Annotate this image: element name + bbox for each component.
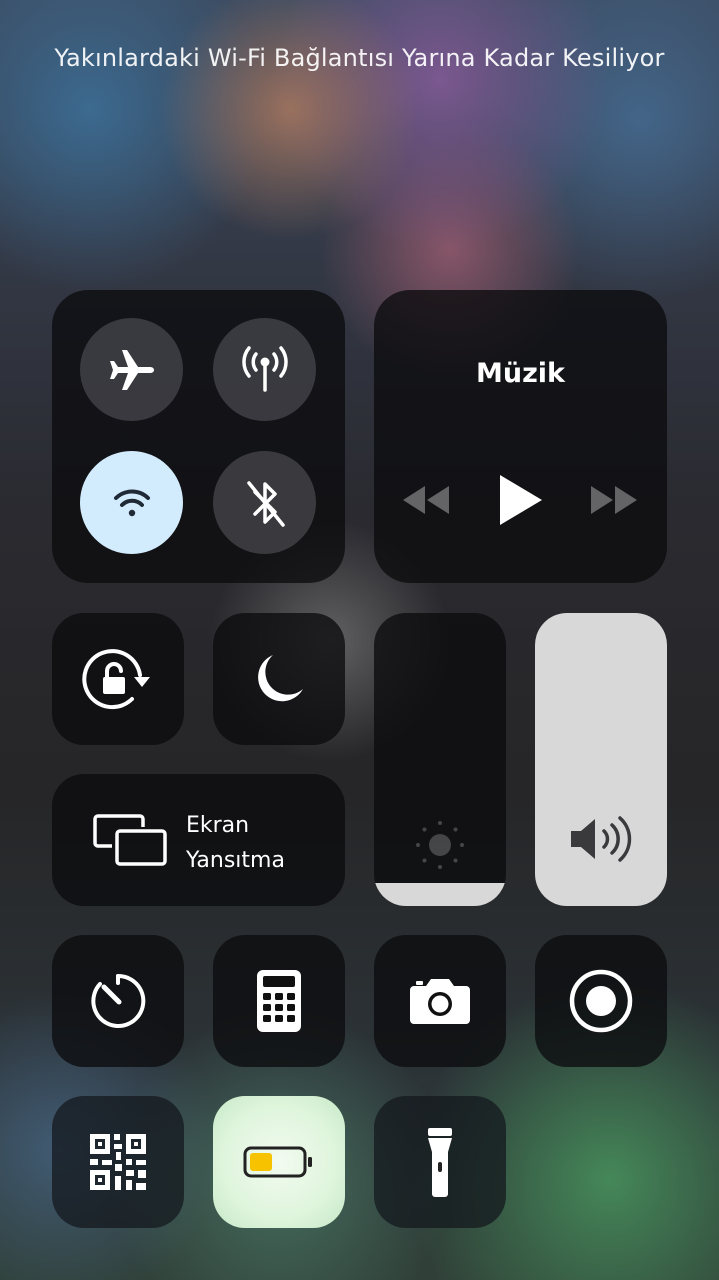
screen-mirroring-label: Ekran Yansıtma: [186, 808, 285, 878]
qr-scanner-button[interactable]: [52, 1096, 184, 1228]
do-not-disturb-button[interactable]: [213, 613, 345, 745]
flashlight-button[interactable]: [374, 1096, 506, 1228]
music-title: Müzik: [475, 358, 565, 389]
wifi-icon: [112, 487, 152, 519]
screen-mirroring-icon: [92, 812, 168, 868]
cellular-data-toggle[interactable]: [213, 318, 316, 421]
camera-button[interactable]: [374, 935, 506, 1067]
record-icon: [568, 968, 634, 1034]
screen-mirroring-button[interactable]: Ekran Yansıtma: [52, 774, 345, 906]
brightness-slider[interactable]: [374, 613, 506, 906]
cellular-antenna-icon: [237, 342, 293, 398]
flashlight-icon: [425, 1126, 455, 1198]
timer-icon: [87, 970, 149, 1032]
bluetooth-toggle[interactable]: [213, 451, 316, 554]
brightness-slider-fill: [374, 882, 506, 906]
sun-icon: [412, 817, 468, 873]
volume-slider[interactable]: [535, 613, 667, 906]
screen-mirroring-label-line2: Yansıtma: [186, 848, 285, 873]
orientation-lock-icon: [82, 647, 154, 711]
connectivity-module: [52, 290, 345, 583]
screen-mirroring-label-line1: Ekran: [186, 813, 250, 838]
rewind-icon[interactable]: [400, 480, 452, 520]
bluetooth-off-icon: [241, 475, 289, 531]
screen-recording-button[interactable]: [535, 935, 667, 1067]
notification-banner: Yakınlardaki Wi-Fi Bağlantısı Yarına Kad…: [54, 44, 665, 72]
airplane-icon: [108, 346, 156, 394]
low-power-mode-button[interactable]: [213, 1096, 345, 1228]
fast-forward-icon[interactable]: [588, 480, 640, 520]
speaker-icon: [568, 813, 634, 865]
calculator-icon: [256, 969, 302, 1033]
camera-icon: [408, 976, 472, 1026]
qr-code-icon: [88, 1132, 148, 1192]
timer-button[interactable]: [52, 935, 184, 1067]
music-module[interactable]: Müzik: [374, 290, 667, 583]
wifi-toggle[interactable]: [80, 451, 183, 554]
calculator-button[interactable]: [213, 935, 345, 1067]
moon-icon: [251, 651, 307, 707]
airplane-mode-toggle[interactable]: [80, 318, 183, 421]
play-icon[interactable]: [494, 472, 546, 528]
battery-icon: [243, 1145, 315, 1179]
orientation-lock-button[interactable]: [52, 613, 184, 745]
